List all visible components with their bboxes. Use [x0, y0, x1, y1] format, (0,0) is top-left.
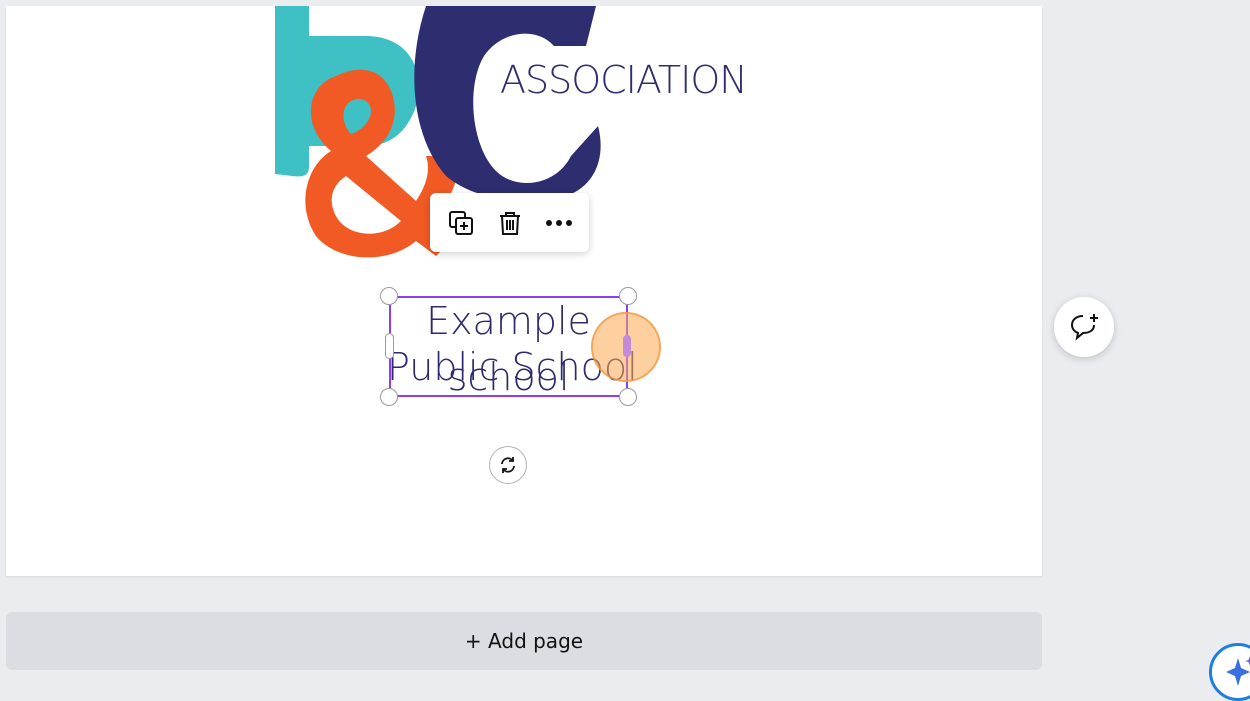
element-toolbar: [430, 193, 589, 252]
add-comment-icon: [1070, 314, 1098, 341]
resize-handle-bottom-left[interactable]: [380, 388, 398, 406]
delete-button[interactable]: [490, 203, 530, 243]
resize-handle-top-right[interactable]: [619, 287, 637, 305]
logo-association-text: ASSOCIATION: [500, 58, 748, 102]
sparkle-icon: [1226, 656, 1250, 686]
editor-workspace: ASSOCIATION Example Public School school…: [0, 0, 1250, 701]
resize-handle-top-left[interactable]: [380, 287, 398, 305]
text-line-3: school: [447, 355, 570, 399]
resize-handle-left[interactable]: [385, 333, 394, 359]
magic-assistant-button[interactable]: [1209, 643, 1250, 701]
trash-icon: [499, 211, 520, 235]
resize-handle-bottom-right[interactable]: [619, 388, 637, 406]
duplicate-button[interactable]: [441, 203, 481, 243]
text-line-1: Example: [426, 299, 591, 343]
add-page-button[interactable]: + Add page: [6, 612, 1042, 670]
rotate-handle[interactable]: [489, 446, 527, 484]
resize-handle-right[interactable]: [623, 335, 631, 357]
design-page[interactable]: ASSOCIATION Example Public School school: [6, 6, 1042, 576]
add-comment-button[interactable]: [1054, 297, 1114, 357]
pc-logo-graphic[interactable]: [6, 6, 1042, 306]
more-options-icon: [545, 219, 572, 226]
duplicate-icon: [448, 210, 473, 235]
add-page-label: + Add page: [464, 629, 584, 653]
rotate-icon: [501, 457, 515, 473]
more-options-button[interactable]: [539, 203, 579, 243]
